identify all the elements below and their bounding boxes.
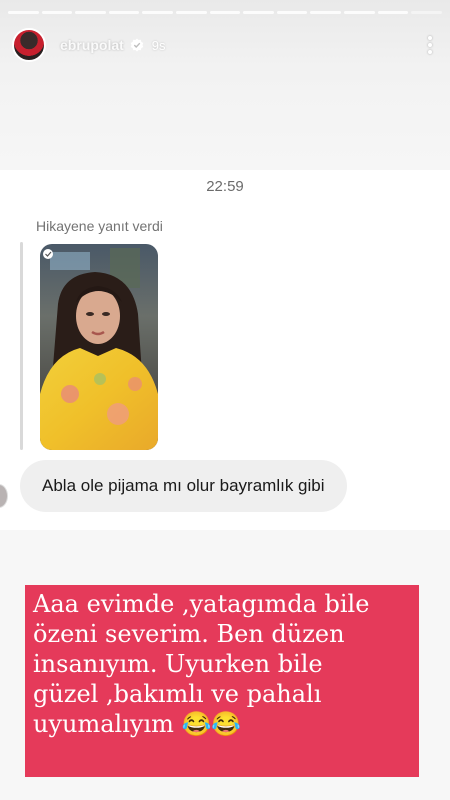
story-caption-text: Aaa evimde ,yatagımda bile özeni severim… — [33, 590, 370, 738]
progress-segment — [142, 11, 174, 14]
progress-segment — [176, 11, 207, 14]
username[interactable]: ebrupolat — [60, 37, 124, 53]
progress-segment — [276, 11, 308, 14]
story-time-ago: 9s — [151, 37, 166, 53]
dm-screenshot: 22:59 Hikayene yanıt verdi Abla ole pija… — [0, 170, 450, 530]
progress-segment — [209, 11, 241, 14]
progress-segment — [377, 11, 409, 14]
progress-segment — [344, 11, 375, 14]
progress-segment — [108, 11, 140, 14]
chat-timestamp: 22:59 — [206, 178, 244, 195]
progress-segment — [75, 11, 106, 14]
story-header: ebrupolat 9s — [12, 26, 440, 64]
story-progress-bar — [8, 11, 442, 14]
message-bubble: Abla ole pijama mı olur bayramlık gibi — [20, 460, 347, 512]
verified-badge-icon — [130, 38, 144, 52]
progress-segment — [243, 11, 274, 14]
avatar[interactable] — [12, 28, 46, 62]
reply-indicator-bar — [20, 242, 23, 450]
progress-segment — [8, 11, 39, 14]
more-vertical-icon[interactable] — [420, 36, 440, 54]
reply-label: Hikayene yanıt verdi — [36, 218, 163, 234]
progress-segment-current — [411, 11, 442, 14]
story-reply-thumbnail — [40, 244, 158, 450]
progress-segment — [310, 11, 342, 14]
story-caption-box: Aaa evimde ,yatagımda bile özeni severim… — [25, 585, 419, 777]
progress-segment — [41, 11, 73, 14]
sender-avatar — [0, 484, 8, 508]
